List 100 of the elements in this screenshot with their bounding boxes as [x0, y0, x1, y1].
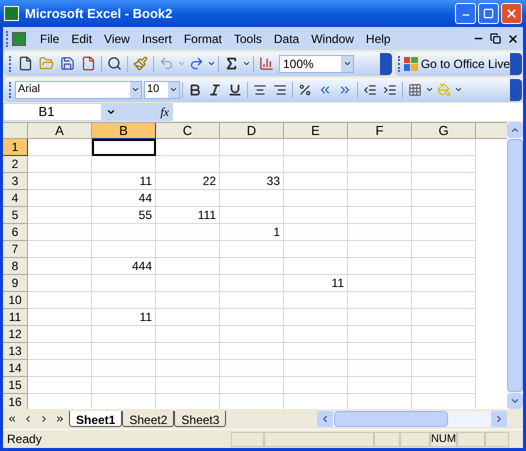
table-cell [220, 207, 284, 224]
caret-icon[interactable] [169, 85, 178, 94]
minimize-button[interactable] [455, 3, 476, 24]
row-header[interactable]: 6 [3, 224, 28, 241]
row-header[interactable]: 4 [3, 190, 28, 207]
row-header[interactable]: 16 [3, 394, 28, 409]
close-button[interactable] [501, 3, 522, 24]
caret-icon[interactable] [454, 85, 463, 94]
sheet-tab[interactable]: Sheet1 [69, 411, 122, 427]
table-cell [92, 326, 156, 343]
table-cell [284, 207, 348, 224]
row-header[interactable]: 3 [3, 173, 28, 190]
column-header[interactable]: B [92, 123, 156, 139]
close-workbook-icon[interactable] [507, 32, 519, 44]
num-lock-indicator: NUM [430, 432, 457, 446]
row-header[interactable]: 14 [3, 360, 28, 377]
column-header[interactable]: D [220, 123, 284, 139]
table-cell: 44 [92, 190, 156, 207]
scroll-up-icon[interactable] [507, 122, 523, 138]
row-header[interactable]: 9 [3, 275, 28, 292]
toolbar-options-button[interactable] [380, 52, 392, 74]
column-header[interactable]: C [156, 123, 220, 139]
restore-workbook-icon[interactable] [490, 33, 501, 44]
scroll-right-icon[interactable] [491, 411, 507, 427]
first-sheet-icon[interactable] [7, 414, 17, 424]
table-cell [412, 258, 476, 275]
menu-item[interactable]: File [34, 30, 66, 48]
row-header[interactable]: 7 [3, 241, 28, 258]
column-header[interactable]: F [348, 123, 412, 139]
table-cell [284, 343, 348, 360]
table-cell: 22 [156, 173, 220, 190]
table-cell [284, 377, 348, 394]
row-header[interactable]: 8 [3, 258, 28, 275]
toolbar-options-button[interactable] [510, 52, 522, 74]
table-cell [412, 173, 476, 190]
scroll-thumb[interactable] [334, 411, 448, 427]
table-cell [28, 173, 92, 190]
table-cell [412, 224, 476, 241]
table-cell [156, 360, 220, 377]
menu-item[interactable]: Edit [65, 30, 98, 48]
column-header[interactable]: G [412, 123, 476, 139]
close-icon [505, 7, 518, 20]
table-cell [348, 258, 412, 275]
table-cell [156, 326, 220, 343]
insert-function-button[interactable]: fx [160, 103, 169, 121]
caret-icon[interactable] [342, 59, 352, 68]
table-cell [348, 207, 412, 224]
row-header[interactable]: 2 [3, 156, 28, 173]
caret-icon[interactable] [242, 59, 251, 68]
table-cell: 11 [92, 309, 156, 326]
table-cell [92, 292, 156, 309]
caret-icon[interactable] [425, 85, 434, 94]
row-header[interactable]: 15 [3, 377, 28, 394]
maximize-button[interactable] [478, 3, 499, 24]
sheet-tab[interactable]: Sheet3 [174, 411, 226, 427]
font-size-dropdown[interactable]: 10 [144, 80, 180, 98]
table-cell [284, 360, 348, 377]
font-dropdown[interactable]: Arial [15, 80, 142, 98]
window-title: Microsoft Excel - Book2 [25, 4, 172, 23]
row-header[interactable]: 5 [3, 207, 28, 224]
table-cell [92, 343, 156, 360]
table-cell [348, 224, 412, 241]
name-box[interactable]: B1 [3, 103, 102, 121]
horizontal-scrollbar[interactable] [317, 411, 507, 427]
table-cell [28, 309, 92, 326]
table-cell [412, 377, 476, 394]
menu-item[interactable]: Help [360, 30, 397, 48]
caret-icon[interactable] [207, 59, 216, 68]
menu-item[interactable]: View [98, 30, 136, 48]
menu-item[interactable]: Tools [228, 30, 268, 48]
menu-item[interactable]: Format [178, 30, 228, 48]
zoom-dropdown[interactable]: 100% [279, 54, 354, 72]
scroll-down-icon[interactable] [507, 393, 523, 409]
workbook-icon [12, 32, 26, 46]
menu-item[interactable]: Window [305, 30, 360, 48]
menu-item[interactable]: Data [268, 30, 306, 48]
table-cell [28, 343, 92, 360]
caret-icon[interactable] [131, 85, 140, 94]
row-header[interactable]: 13 [3, 343, 28, 360]
row-header[interactable]: 11 [3, 309, 28, 326]
table-cell [28, 224, 92, 241]
sheet-tab[interactable]: Sheet2 [122, 411, 174, 427]
table-cell [348, 275, 412, 292]
row-header[interactable]: 10 [3, 292, 28, 309]
last-sheet-icon[interactable] [55, 414, 65, 424]
formula-field[interactable] [173, 103, 523, 121]
table-cell [92, 156, 156, 173]
name-box-dropdown-icon[interactable] [106, 107, 116, 117]
office-live-button[interactable]: Go to Office Live [404, 54, 510, 72]
column-header[interactable]: E [284, 123, 348, 139]
row-header[interactable]: 12 [3, 326, 28, 343]
row-header[interactable]: 1 [3, 139, 28, 156]
table-cell [156, 343, 220, 360]
table-cell [284, 326, 348, 343]
table-cell [220, 292, 284, 309]
table-cell [220, 309, 284, 326]
scroll-left-icon[interactable] [317, 411, 333, 427]
toolbar-options-button[interactable] [510, 78, 522, 100]
menu-item[interactable]: Insert [136, 30, 178, 48]
table-cell [156, 292, 220, 309]
